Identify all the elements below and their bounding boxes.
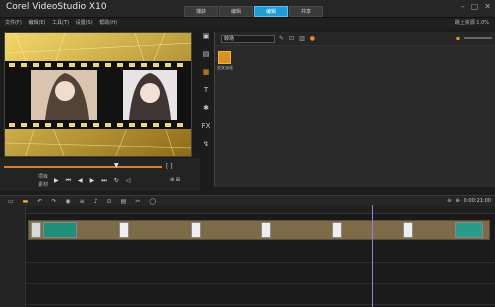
- menu-settings[interactable]: 设置(S): [76, 20, 93, 26]
- sound-icon[interactable]: ●: [310, 35, 315, 42]
- transition-clip[interactable]: [332, 222, 342, 238]
- clip[interactable]: [43, 222, 77, 238]
- library-item-thumb[interactable]: [218, 51, 231, 64]
- transport-buttons: ▶ ⏮ ◀ ▶ ⏭ ↻ ◁: [54, 177, 130, 185]
- end-icon[interactable]: ⏭: [101, 177, 106, 185]
- instant-project-icon[interactable]: ▤: [203, 50, 210, 58]
- undo-icon[interactable]: ↶: [37, 198, 42, 205]
- storyboard-view-icon[interactable]: ▭: [8, 198, 14, 205]
- title-bar: Corel VideoStudio X10 捕获 编辑 编辑 共享 – ▢ ✕: [0, 0, 495, 18]
- menu-bar: 文件(F) 编辑(E) 工具(T) 设置(S) 帮助(H) 跳上资源 1.0%: [0, 18, 495, 28]
- scrubber-progress: [4, 166, 162, 168]
- overlay-track[interactable]: [26, 242, 495, 263]
- maximize-icon[interactable]: ▢: [471, 2, 479, 11]
- record-icon[interactable]: ◉: [65, 198, 70, 205]
- playhead[interactable]: [372, 205, 373, 307]
- screen-icon[interactable]: ◯: [149, 198, 156, 205]
- thumb-size-slider[interactable]: [464, 37, 492, 39]
- zoom-out-icon[interactable]: ⊖: [447, 198, 451, 204]
- category-dropdown[interactable]: 转场: [221, 35, 275, 43]
- scrubber-bar[interactable]: [4, 166, 162, 168]
- transition-clip[interactable]: [261, 222, 271, 238]
- library-item-label: 交叉淡化: [217, 65, 233, 70]
- transition-icon[interactable]: ▦: [203, 68, 210, 76]
- menu-right-status: 跳上资源 1.0%: [454, 20, 489, 26]
- mixer-icon[interactable]: ≡: [80, 198, 85, 205]
- random-icon[interactable]: ▥: [299, 35, 305, 42]
- library-category-toolbar: ▣ ▤ ▦ T ✱ FX ↯: [200, 32, 212, 148]
- zoom-icon[interactable]: ⊕ ⊞: [170, 177, 180, 183]
- media-icon[interactable]: ▣: [203, 32, 210, 40]
- tab-share[interactable]: 共享: [289, 6, 323, 17]
- scrubber-handle-icon[interactable]: ▼: [114, 162, 119, 169]
- mode-clip-label[interactable]: 素材: [38, 181, 48, 188]
- app-title: Corel VideoStudio X10: [6, 2, 107, 12]
- window-controls: – ▢ ✕: [461, 2, 491, 11]
- timeline-toolbar: ▭ ▬ ↶ ↷ ◉ ≡ ♪ ⊙ ▤ ✂ ◯ ⊖ ⊕ 0:00:21:00: [0, 195, 495, 206]
- transition-clip[interactable]: [191, 222, 201, 238]
- title-icon[interactable]: T: [204, 86, 208, 94]
- repeat-icon[interactable]: ↻: [114, 177, 119, 185]
- play-icon[interactable]: ▶: [54, 177, 59, 185]
- apply-all-icon[interactable]: ⊡: [289, 35, 294, 42]
- mode-project-label[interactable]: 项目: [38, 173, 48, 180]
- graphics-icon[interactable]: ✱: [203, 104, 209, 112]
- redo-icon[interactable]: ↷: [51, 198, 56, 205]
- motion-icon[interactable]: ⊙: [107, 198, 112, 205]
- preview-window[interactable]: [4, 32, 192, 157]
- volume-icon[interactable]: ◁: [126, 177, 131, 185]
- view-icon[interactable]: ▪: [456, 35, 460, 42]
- close-icon[interactable]: ✕: [484, 2, 491, 11]
- fx-icon[interactable]: FX: [202, 122, 211, 130]
- music-track[interactable]: [26, 284, 495, 305]
- transition-clip[interactable]: [403, 222, 413, 238]
- library-tools: ✎ ⊡ ▥ ●: [279, 35, 315, 42]
- title-track[interactable]: [26, 263, 495, 284]
- clip[interactable]: [31, 222, 41, 238]
- add-favorite-icon[interactable]: ✎: [279, 35, 284, 42]
- video-track[interactable]: [28, 220, 490, 240]
- menu-edit[interactable]: 编辑(E): [28, 20, 45, 26]
- clip[interactable]: [455, 222, 483, 238]
- library-panel: 转场 ✎ ⊡ ▥ ● ▪ 交叉淡化: [214, 32, 495, 187]
- path-icon[interactable]: ↯: [203, 140, 209, 148]
- next-frame-icon[interactable]: ▶: [90, 177, 95, 185]
- tab-edit[interactable]: 编辑: [219, 6, 253, 17]
- timecode: 0:00:21:00: [463, 198, 491, 204]
- subtitle-icon[interactable]: ▤: [121, 198, 127, 205]
- home-icon[interactable]: ⏮: [66, 177, 71, 185]
- timeline-zoom: ⊖ ⊕ 0:00:21:00: [447, 198, 491, 204]
- menu-file[interactable]: 文件(F): [5, 20, 22, 26]
- transition-clip[interactable]: [119, 222, 129, 238]
- tab-capture[interactable]: 捕获: [184, 6, 218, 17]
- playback-controls: ▼ 项目 素材 ▶ ⏮ ◀ ▶ ⏭ ↻ ◁ [ ] ⊕ ⊞: [0, 158, 200, 191]
- split-icon[interactable]: ✂: [135, 198, 140, 205]
- timeline: [0, 206, 495, 307]
- menu-help[interactable]: 帮助(H): [99, 20, 117, 26]
- tab-edit-active[interactable]: 编辑: [254, 6, 288, 17]
- menu-tools[interactable]: 工具(T): [52, 20, 69, 26]
- auto-music-icon[interactable]: ♪: [94, 198, 98, 205]
- track-headers: [0, 206, 26, 307]
- library-toolbar: 转场 ✎ ⊡ ▥ ● ▪: [215, 32, 495, 46]
- prev-frame-icon[interactable]: ◀: [78, 177, 83, 185]
- timeline-view-icon[interactable]: ▬: [23, 198, 29, 205]
- timeline-tools: ▭ ▬ ↶ ↷ ◉ ≡ ♪ ⊙ ▤ ✂ ◯: [8, 198, 156, 205]
- minimize-icon[interactable]: –: [461, 2, 465, 11]
- preview-frame: [5, 33, 191, 156]
- time-ruler[interactable]: [26, 206, 495, 214]
- zoom-in-icon[interactable]: ⊕: [455, 198, 459, 204]
- workspace-tabs: 捕获 编辑 编辑 共享: [184, 6, 324, 18]
- mark-in-icon[interactable]: [ ]: [166, 163, 173, 170]
